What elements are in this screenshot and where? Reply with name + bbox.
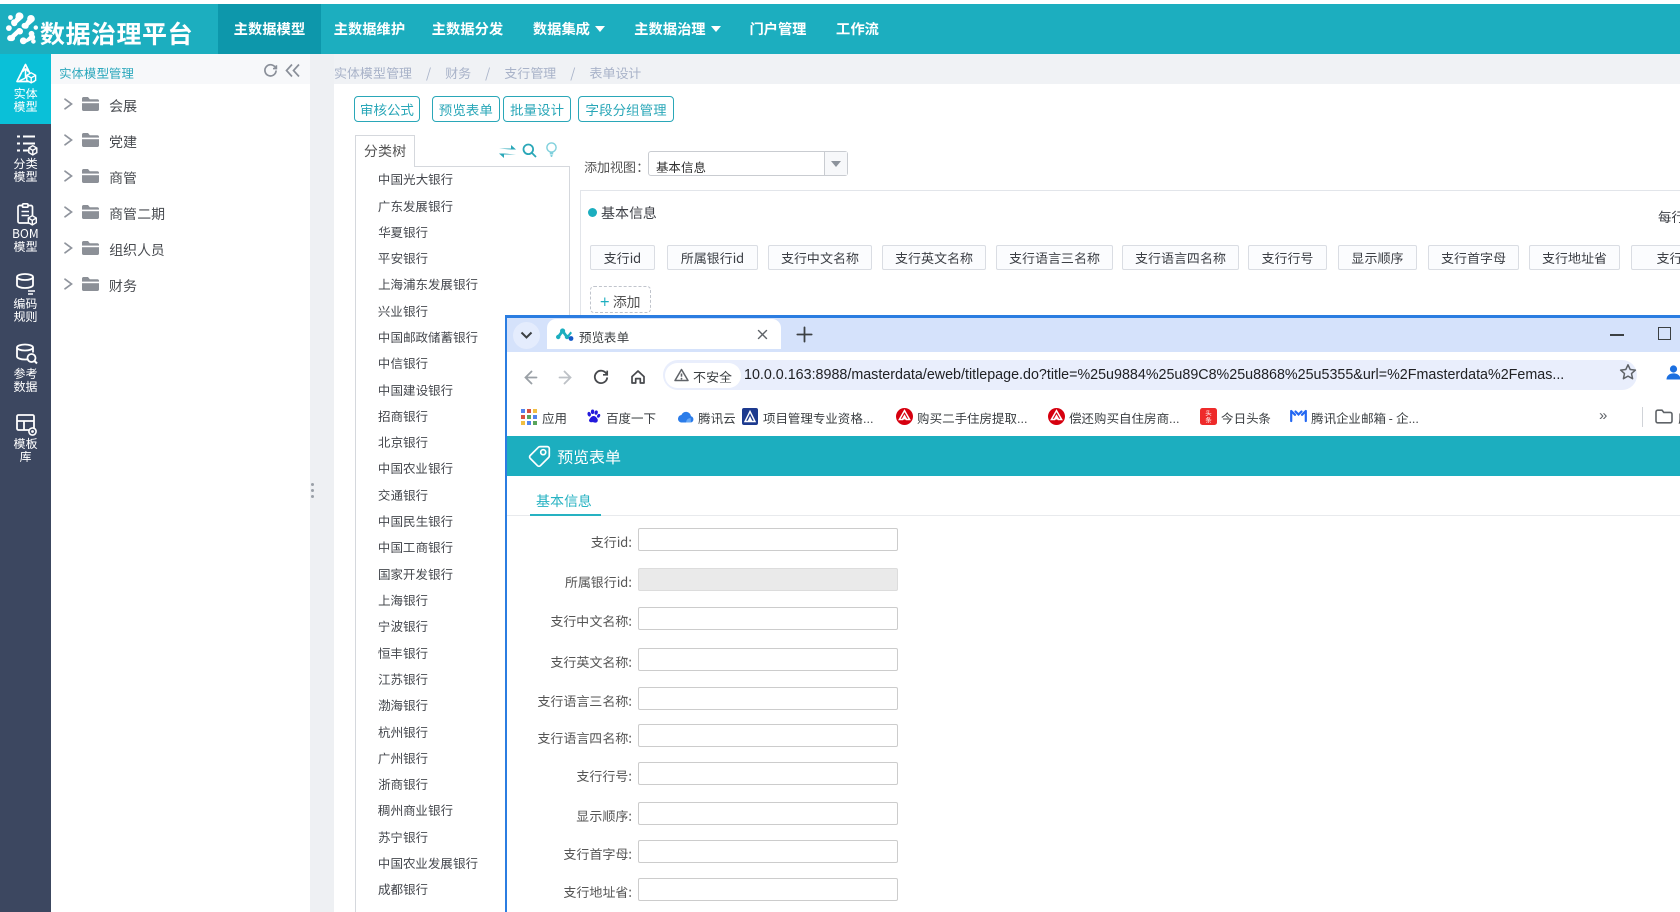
- svg-text:条: 条: [1205, 416, 1212, 425]
